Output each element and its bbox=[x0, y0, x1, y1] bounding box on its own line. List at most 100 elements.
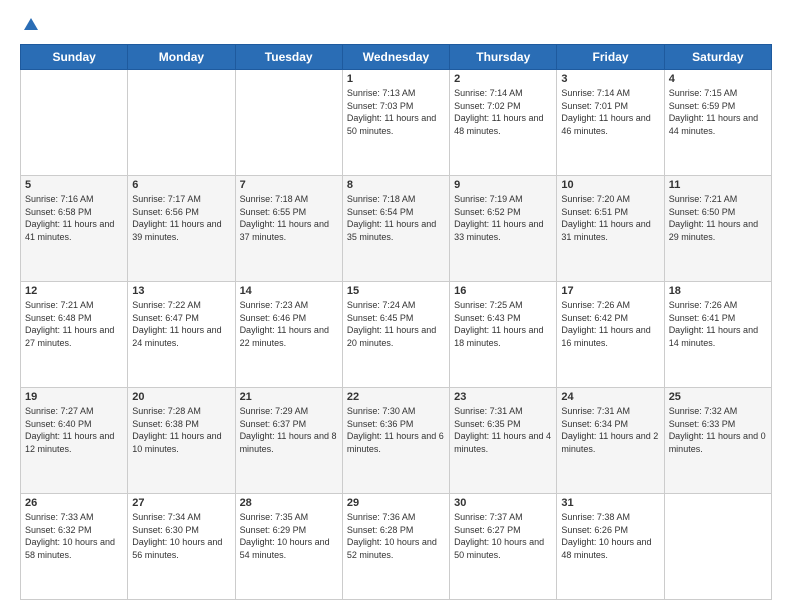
table-row: 16 Sunrise: 7:25 AM Sunset: 6:43 PM Dayli… bbox=[450, 282, 557, 388]
table-row: 3 Sunrise: 7:14 AM Sunset: 7:01 PM Daylig… bbox=[557, 70, 664, 176]
day-info: Sunrise: 7:21 AM Sunset: 6:50 PM Dayligh… bbox=[669, 193, 767, 243]
table-row: 14 Sunrise: 7:23 AM Sunset: 6:46 PM Dayli… bbox=[235, 282, 342, 388]
table-row bbox=[128, 70, 235, 176]
table-row: 15 Sunrise: 7:24 AM Sunset: 6:45 PM Dayli… bbox=[342, 282, 449, 388]
day-info: Sunrise: 7:17 AM Sunset: 6:56 PM Dayligh… bbox=[132, 193, 230, 243]
day-number: 7 bbox=[240, 179, 338, 191]
day-number: 4 bbox=[669, 73, 767, 85]
table-row: 29Sunrise: 7:36 AM Sunset: 6:28 PM Dayli… bbox=[342, 494, 449, 600]
col-sunday: Sunday bbox=[21, 45, 128, 70]
table-row: 11 Sunrise: 7:21 AM Sunset: 6:50 PM Dayli… bbox=[664, 176, 771, 282]
day-info: Sunrise: 7:26 AM Sunset: 6:42 PM Dayligh… bbox=[561, 299, 659, 349]
table-row: 6 Sunrise: 7:17 AM Sunset: 6:56 PM Daylig… bbox=[128, 176, 235, 282]
table-row: 26 Sunrise: 7:33 AM Sunset: 6:32 PM Dayli… bbox=[21, 494, 128, 600]
day-number: 22 bbox=[347, 391, 445, 403]
col-thursday: Thursday bbox=[450, 45, 557, 70]
day-info: Sunrise: 7:21 AM Sunset: 6:48 PM Dayligh… bbox=[25, 299, 123, 349]
calendar-table: Sunday Monday Tuesday Wednesday Thursday… bbox=[20, 44, 772, 600]
logo bbox=[20, 16, 40, 34]
day-number: 24 bbox=[561, 391, 659, 403]
table-row: 9 Sunrise: 7:19 AM Sunset: 6:52 PM Daylig… bbox=[450, 176, 557, 282]
day-number: 23 bbox=[454, 391, 552, 403]
table-row bbox=[21, 70, 128, 176]
day-number: 10 bbox=[561, 179, 659, 191]
calendar-week-row: 26 Sunrise: 7:33 AM Sunset: 6:32 PM Dayli… bbox=[21, 494, 772, 600]
day-info: Sunrise: 7:35 AM Sunset: 6:29 PM Dayligh… bbox=[240, 511, 338, 561]
day-info: Sunrise: 7:18 AM Sunset: 6:54 PM Dayligh… bbox=[347, 193, 445, 243]
table-row: 17 Sunrise: 7:26 AM Sunset: 6:42 PM Dayli… bbox=[557, 282, 664, 388]
day-number: 11 bbox=[669, 179, 767, 191]
table-row bbox=[235, 70, 342, 176]
day-info: Sunrise: 7:14 AM Sunset: 7:01 PM Dayligh… bbox=[561, 87, 659, 137]
day-number: 20 bbox=[132, 391, 230, 403]
col-wednesday: Wednesday bbox=[342, 45, 449, 70]
day-number: 14 bbox=[240, 285, 338, 297]
day-info: Sunrise: 7:24 AM Sunset: 6:45 PM Dayligh… bbox=[347, 299, 445, 349]
day-number: 21 bbox=[240, 391, 338, 403]
day-info: Sunrise: 7:13 AM Sunset: 7:03 PM Dayligh… bbox=[347, 87, 445, 137]
day-number: 3 bbox=[561, 73, 659, 85]
day-info: Sunrise: 7:20 AM Sunset: 6:51 PM Dayligh… bbox=[561, 193, 659, 243]
col-saturday: Saturday bbox=[664, 45, 771, 70]
table-row: 21 Sunrise: 7:29 AM Sunset: 6:37 PM Dayli… bbox=[235, 388, 342, 494]
day-info: Sunrise: 7:31 AM Sunset: 6:35 PM Dayligh… bbox=[454, 405, 552, 455]
table-row: 2 Sunrise: 7:14 AM Sunset: 7:02 PM Daylig… bbox=[450, 70, 557, 176]
day-number: 12 bbox=[25, 285, 123, 297]
day-info: Sunrise: 7:29 AM Sunset: 6:37 PM Dayligh… bbox=[240, 405, 338, 455]
day-info: Sunrise: 7:19 AM Sunset: 6:52 PM Dayligh… bbox=[454, 193, 552, 243]
table-row: 13Sunrise: 7:22 AM Sunset: 6:47 PM Dayli… bbox=[128, 282, 235, 388]
day-number: 6 bbox=[132, 179, 230, 191]
day-number: 25 bbox=[669, 391, 767, 403]
table-row: 20 Sunrise: 7:28 AM Sunset: 6:38 PM Dayli… bbox=[128, 388, 235, 494]
day-info: Sunrise: 7:34 AM Sunset: 6:30 PM Dayligh… bbox=[132, 511, 230, 561]
day-number: 15 bbox=[347, 285, 445, 297]
day-info: Sunrise: 7:25 AM Sunset: 6:43 PM Dayligh… bbox=[454, 299, 552, 349]
day-number: 26 bbox=[25, 497, 123, 509]
day-number: 31 bbox=[561, 497, 659, 509]
day-number: 19 bbox=[25, 391, 123, 403]
day-info: Sunrise: 7:36 AM Sunset: 6:28 PM Dayligh… bbox=[347, 511, 445, 561]
day-number: 9 bbox=[454, 179, 552, 191]
calendar-week-row: 1Sunrise: 7:13 AM Sunset: 7:03 PM Daylig… bbox=[21, 70, 772, 176]
table-row: 23 Sunrise: 7:31 AM Sunset: 6:35 PM Dayli… bbox=[450, 388, 557, 494]
day-number: 16 bbox=[454, 285, 552, 297]
table-row: 22Sunrise: 7:30 AM Sunset: 6:36 PM Dayli… bbox=[342, 388, 449, 494]
table-row: 31 Sunrise: 7:38 AM Sunset: 6:26 PM Dayli… bbox=[557, 494, 664, 600]
day-number: 8 bbox=[347, 179, 445, 191]
day-number: 5 bbox=[25, 179, 123, 191]
day-number: 28 bbox=[240, 497, 338, 509]
table-row: 10 Sunrise: 7:20 AM Sunset: 6:51 PM Dayli… bbox=[557, 176, 664, 282]
day-info: Sunrise: 7:28 AM Sunset: 6:38 PM Dayligh… bbox=[132, 405, 230, 455]
table-row: 18Sunrise: 7:26 AM Sunset: 6:41 PM Dayli… bbox=[664, 282, 771, 388]
col-tuesday: Tuesday bbox=[235, 45, 342, 70]
header bbox=[20, 16, 772, 34]
table-row: 30 Sunrise: 7:37 AM Sunset: 6:27 PM Dayli… bbox=[450, 494, 557, 600]
table-row: 1Sunrise: 7:13 AM Sunset: 7:03 PM Daylig… bbox=[342, 70, 449, 176]
day-info: Sunrise: 7:31 AM Sunset: 6:34 PM Dayligh… bbox=[561, 405, 659, 455]
calendar-week-row: 5 Sunrise: 7:16 AM Sunset: 6:58 PM Daylig… bbox=[21, 176, 772, 282]
day-number: 18 bbox=[669, 285, 767, 297]
col-friday: Friday bbox=[557, 45, 664, 70]
table-row: 4Sunrise: 7:15 AM Sunset: 6:59 PM Daylig… bbox=[664, 70, 771, 176]
col-monday: Monday bbox=[128, 45, 235, 70]
day-number: 17 bbox=[561, 285, 659, 297]
day-number: 30 bbox=[454, 497, 552, 509]
logo-icon bbox=[22, 16, 40, 34]
table-row: 7 Sunrise: 7:18 AM Sunset: 6:55 PM Daylig… bbox=[235, 176, 342, 282]
day-info: Sunrise: 7:37 AM Sunset: 6:27 PM Dayligh… bbox=[454, 511, 552, 561]
day-info: Sunrise: 7:23 AM Sunset: 6:46 PM Dayligh… bbox=[240, 299, 338, 349]
day-info: Sunrise: 7:18 AM Sunset: 6:55 PM Dayligh… bbox=[240, 193, 338, 243]
calendar-week-row: 12 Sunrise: 7:21 AM Sunset: 6:48 PM Dayli… bbox=[21, 282, 772, 388]
day-info: Sunrise: 7:22 AM Sunset: 6:47 PM Dayligh… bbox=[132, 299, 230, 349]
day-info: Sunrise: 7:33 AM Sunset: 6:32 PM Dayligh… bbox=[25, 511, 123, 561]
day-info: Sunrise: 7:14 AM Sunset: 7:02 PM Dayligh… bbox=[454, 87, 552, 137]
day-number: 2 bbox=[454, 73, 552, 85]
calendar-header-row: Sunday Monday Tuesday Wednesday Thursday… bbox=[21, 45, 772, 70]
table-row: 28 Sunrise: 7:35 AM Sunset: 6:29 PM Dayli… bbox=[235, 494, 342, 600]
day-info: Sunrise: 7:38 AM Sunset: 6:26 PM Dayligh… bbox=[561, 511, 659, 561]
table-row bbox=[664, 494, 771, 600]
calendar-week-row: 19Sunrise: 7:27 AM Sunset: 6:40 PM Dayli… bbox=[21, 388, 772, 494]
day-info: Sunrise: 7:16 AM Sunset: 6:58 PM Dayligh… bbox=[25, 193, 123, 243]
table-row: 19Sunrise: 7:27 AM Sunset: 6:40 PM Dayli… bbox=[21, 388, 128, 494]
page: Sunday Monday Tuesday Wednesday Thursday… bbox=[0, 0, 792, 612]
